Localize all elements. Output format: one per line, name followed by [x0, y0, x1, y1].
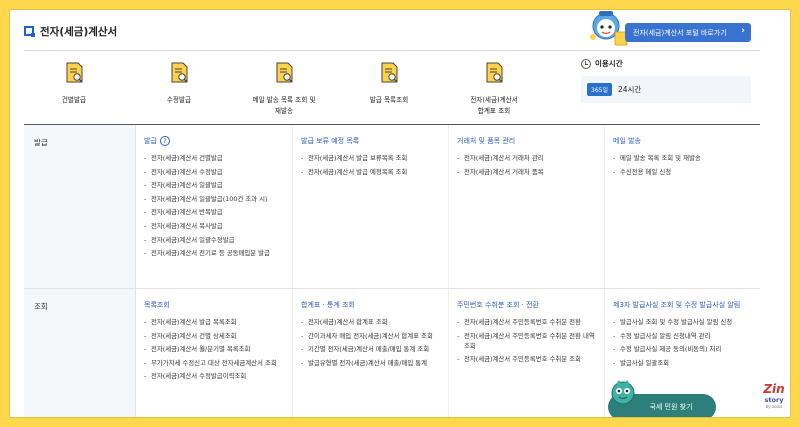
tool-label: 수정발급	[166, 96, 192, 104]
clock-icon	[581, 58, 591, 69]
row-header: 발급	[24, 125, 136, 288]
section-icon	[24, 26, 35, 37]
document-search-icon	[276, 62, 293, 83]
tool-single-issue[interactable]: 건별발급	[24, 62, 124, 106]
tool-amend-issue[interactable]: 수정발급	[129, 62, 229, 106]
menu-row-issue: 발급 발급 ? 전자(세금)계산서 건별발급 전자(세금)계산서 수정발급 전자…	[24, 125, 760, 289]
menu-link[interactable]: 부가가치세 수정신고 대상 전자세금계산서 조회	[144, 358, 288, 368]
portal-shortcut-button[interactable]: 전자(세금)계산서 포털 바로가기 ›	[625, 23, 751, 42]
menu-link[interactable]: 전자(세금)계산서 월/분기별 목록조회	[144, 344, 288, 354]
menu-link[interactable]: 전자(세금)계산서 합계표 조회	[301, 317, 444, 327]
row-title: 발급	[34, 138, 48, 147]
menu-link[interactable]: 전자(세금)계산서 주민등록번호 수취분 전환 내역 조회	[457, 331, 600, 351]
menu-group: 주민번호 수취분 조회 · 전환 전자(세금)계산서 주민등록번호 수취분 전환…	[448, 289, 604, 417]
menu-link[interactable]: 수정 발급사실 제공 동의(비동의) 처리	[613, 344, 756, 354]
group-title[interactable]: 발급 ?	[144, 135, 288, 147]
help-icon[interactable]: ?	[159, 136, 170, 146]
menu-group: 거래처 및 품목 관리 전자(세금)계산서 거래처 관리 전자(세금)계산서 거…	[448, 125, 604, 288]
menu-link[interactable]: 발급사실 조회 및 수정 발급사실 알림 신청	[613, 317, 756, 327]
page-header: 전자(세금)계산서	[24, 24, 117, 38]
group-title[interactable]: 주민번호 수취분 조회 · 전환	[457, 299, 600, 311]
menu-table: 발급 발급 ? 전자(세금)계산서 건별발급 전자(세금)계산서 수정발급 전자…	[24, 124, 760, 417]
document-search-icon	[381, 62, 398, 83]
menu-link[interactable]: 전자(세금)계산서 일괄수정발급	[144, 235, 288, 245]
menu-group: 발급 ? 전자(세금)계산서 건별발급 전자(세금)계산서 수정발급 전자(세금…	[136, 125, 292, 288]
menu-link[interactable]: 전자(세금)계산서 거래처 품목	[457, 167, 600, 177]
usage-hours: 이용시간 365일 24시간	[581, 58, 751, 108]
group-title[interactable]: 발급 보류 예정 목록	[301, 135, 444, 147]
tool-issue-list[interactable]: 발급 목록조회	[339, 62, 439, 106]
days-badge: 365일	[587, 83, 612, 96]
menu-link[interactable]: 발급유형별 전자(세금)계산서 매출/매입 통계	[301, 358, 444, 368]
tool-label: 메일 발송 목록 조회 및 재발송	[252, 96, 316, 115]
usage-hours-title: 이용시간	[595, 59, 623, 68]
menu-group: 합계표 · 통계 조회 전자(세금)계산서 합계표 조회 간이과세자 매입 전자…	[292, 289, 448, 417]
menu-link[interactable]: 전자(세금)계산서 수정발급이력조회	[144, 371, 288, 381]
menu-link[interactable]: 전자(세금)계산서 발급 보류목록 조회	[301, 153, 444, 163]
menu-link[interactable]: 발급사실 일괄조회	[613, 358, 756, 368]
group-title[interactable]: 합계표 · 통계 조회	[301, 299, 444, 311]
menu-link[interactable]: 전자(세금)계산서 수정발급	[144, 167, 288, 177]
row-header: 조회	[24, 289, 136, 417]
portal-shortcut-label: 전자(세금)계산서 포털 바로가기	[633, 28, 727, 37]
main-panel: 전자(세금)계산서 전자(세금)계산서 포털 바로가기 › 건별발급 수정발급 …	[9, 9, 791, 418]
group-title-text: 발급	[144, 137, 157, 145]
tool-mail-resend[interactable]: 메일 발송 목록 조회 및 재발송	[234, 62, 334, 117]
zin-story-logo: Zin story by zolos	[752, 383, 796, 413]
chevron-right-icon: ›	[741, 26, 745, 36]
tool-label: 발급 목록조회	[369, 96, 409, 104]
header-divider	[24, 50, 760, 51]
helper-character-icon	[611, 380, 635, 405]
menu-link[interactable]: 전자(세금)계산서 전기료 등 공동매입분 발급	[144, 248, 288, 258]
group-title[interactable]: 메일 발송	[613, 135, 756, 147]
document-search-icon	[66, 62, 83, 83]
document-search-icon	[171, 62, 188, 83]
group-title[interactable]: 거래처 및 품목 관리	[457, 135, 600, 147]
menu-link[interactable]: 전자(세금)계산서 발급 목록조회	[144, 317, 288, 327]
logo-story: story	[764, 396, 784, 404]
logo-z: Z	[763, 382, 773, 396]
tool-label: 건별발급	[61, 96, 87, 104]
row-title: 조회	[34, 302, 48, 311]
quick-tools: 건별발급 수정발급 메일 발송 목록 조회 및 재발송 발급 목록조회 전자(세…	[24, 62, 564, 126]
menu-group: 메일 발송 메일 발송 목록 조회 및 재발송 수신전용 메일 신청	[604, 125, 760, 288]
logo-by: by zolos	[765, 404, 783, 409]
logo-in: in	[772, 382, 785, 396]
usage-hours-value: 24시간	[617, 85, 642, 94]
menu-link[interactable]: 전자(세금)계산서 반복발급	[144, 207, 288, 217]
tool-label: 전자(세금)계산서 합계표 조회	[470, 96, 518, 115]
menu-link[interactable]: 전자(세금)계산서 건별 상세조회	[144, 331, 288, 341]
menu-link[interactable]: 수신전용 메일 신청	[613, 167, 756, 177]
menu-link[interactable]: 전자(세금)계산서 발급 예정목록 조회	[301, 167, 444, 177]
group-title[interactable]: 제3자 발급사실 조회 및 수정 발급사실 알림	[613, 299, 756, 311]
menu-group: 목록조회 전자(세금)계산서 발급 목록조회 전자(세금)계산서 건별 상세조회…	[136, 289, 292, 417]
menu-link[interactable]: 메일 발송 목록 조회 및 재발송	[613, 153, 756, 163]
group-title[interactable]: 목록조회	[144, 299, 288, 311]
menu-group: 발급 보류 예정 목록 전자(세금)계산서 발급 보류목록 조회 전자(세금)계…	[292, 125, 448, 288]
menu-link[interactable]: 기간별 전자(세금)계산서 매출/매입 통계 조회	[301, 344, 444, 354]
menu-link[interactable]: 전자(세금)계산서 일괄발급(100건 초과 시)	[144, 194, 288, 204]
page-title: 전자(세금)계산서	[40, 25, 118, 38]
menu-link[interactable]: 전자(세금)계산서 복사발급	[144, 221, 288, 231]
menu-link[interactable]: 간이과세자 매입 전자(세금)계산서 합계표 조회	[301, 331, 444, 341]
menu-link[interactable]: 전자(세금)계산서 건별발급	[144, 153, 288, 163]
menu-link[interactable]: 전자(세금)계산서 일괄발급	[144, 180, 288, 190]
menu-link[interactable]: 수정 발급사실 알림 신청내역 관리	[613, 331, 756, 341]
menu-link[interactable]: 전자(세금)계산서 주민등록번호 수취분 전환	[457, 317, 600, 327]
tool-summary-table[interactable]: 전자(세금)계산서 합계표 조회	[444, 62, 544, 117]
document-search-icon	[486, 62, 503, 83]
menu-link[interactable]: 전자(세금)계산서 주민등록번호 수취분 조회	[457, 354, 600, 364]
usage-hours-box: 365일 24시간	[581, 76, 751, 103]
menu-link[interactable]: 전자(세금)계산서 거래처 관리	[457, 153, 600, 163]
